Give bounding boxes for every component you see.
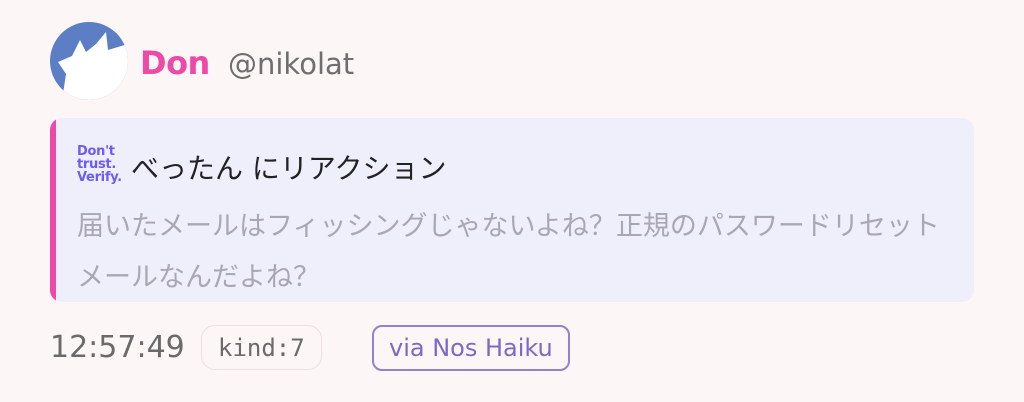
quoted-note-text: 届いたメールはフィッシングじゃないよね？正規のパスワードリセットメールなんだよね… — [77, 211, 940, 293]
cat-avatar-icon — [50, 22, 128, 100]
dont-trust-verify-logo: Don't trust. Verify. — [77, 145, 125, 184]
quoted-reaction-card[interactable]: Don't trust. Verify. べったん にリアクション 届いたメール… — [50, 118, 974, 302]
kind-chip: kind:7 — [201, 325, 322, 370]
author-display-name[interactable]: Don — [140, 41, 210, 85]
client-via-chip[interactable]: via Nos Haiku — [372, 325, 570, 371]
author-handle[interactable]: @nikolat — [228, 42, 354, 86]
reaction-title: べったん にリアクション — [131, 152, 447, 185]
avatar[interactable] — [50, 22, 128, 100]
quote-accent-bar — [50, 118, 56, 302]
badge-line: Verify. — [77, 170, 122, 185]
timestamp[interactable]: 12:57:49 — [50, 327, 185, 369]
